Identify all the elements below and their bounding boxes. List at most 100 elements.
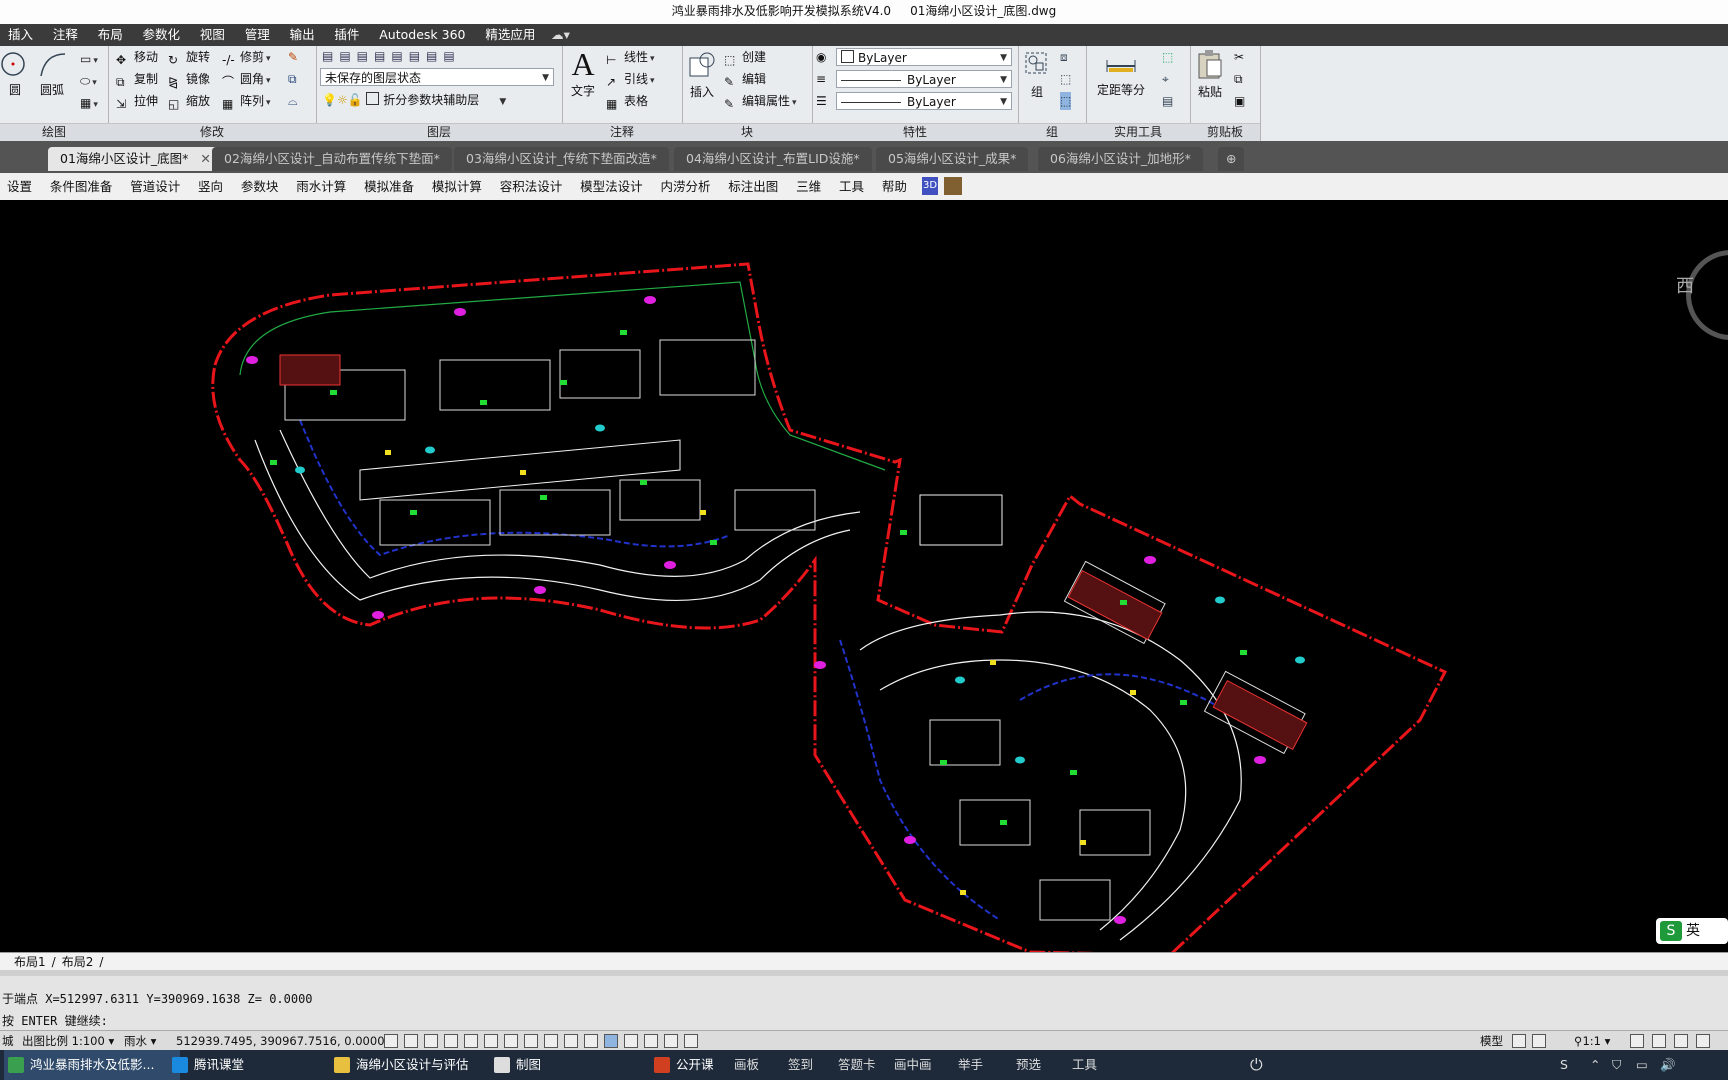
copy-button[interactable]: ⧉ 复制: [116, 70, 158, 89]
task-tencent-classroom[interactable]: 腾讯课堂: [168, 1050, 344, 1080]
measure-button[interactable]: 定距等分: [1086, 52, 1156, 98]
stretch-button[interactable]: ⇲ 拉伸: [116, 92, 158, 111]
menu-parametric[interactable]: 参数化: [135, 24, 189, 46]
trim-button[interactable]: -/- 修剪 ▾: [222, 48, 271, 68]
scale-button[interactable]: ◱ 缩放: [168, 92, 210, 111]
layer-tools-row[interactable]: ▤▤▤▤▤▤▤▤: [322, 47, 461, 65]
arc-button[interactable]: 圆弧: [34, 50, 70, 98]
polar-icon[interactable]: [464, 1034, 478, 1048]
ducs-icon[interactable]: [544, 1034, 558, 1048]
erase-button[interactable]: ✎: [288, 48, 298, 66]
paste-button[interactable]: 粘贴: [1192, 48, 1228, 100]
app-menu-vertical[interactable]: 竖向: [191, 173, 230, 200]
discipline-select[interactable]: 雨水 ▾: [124, 1033, 156, 1049]
network-icon[interactable]: ▭: [1636, 1050, 1648, 1080]
draw-panel-label[interactable]: 绘图: [0, 123, 108, 141]
fillet-button[interactable]: ⌒ 圆角 ▾: [222, 70, 271, 90]
ortho-icon[interactable]: [444, 1034, 458, 1048]
rotate-button[interactable]: ↻ 旋转: [168, 48, 210, 67]
modify-panel-label[interactable]: 修改: [108, 123, 316, 141]
tab-file-03[interactable]: 03海绵小区设计_传统下垫面改造*: [454, 147, 669, 171]
lineweight-select[interactable]: ByLayer ▼: [836, 92, 1012, 110]
insert-block-button[interactable]: 插入: [684, 50, 720, 100]
sogou-tray-icon[interactable]: S: [1560, 1050, 1568, 1080]
task-open-class[interactable]: 公开课: [650, 1050, 746, 1080]
volume-icon[interactable]: 🔊: [1660, 1050, 1676, 1080]
grid-icon[interactable]: [424, 1034, 438, 1048]
menu-layout[interactable]: 布局: [90, 24, 131, 46]
group-edit-button[interactable]: ⬚: [1060, 70, 1071, 88]
snap-icon[interactable]: [404, 1034, 418, 1048]
menu-annotate[interactable]: 注释: [45, 24, 86, 46]
tab-file-04[interactable]: 04海绵小区设计_布置LID设施*: [674, 147, 872, 171]
app-menu-tools[interactable]: 工具: [832, 173, 871, 200]
app-menu-rain-calc[interactable]: 雨水计算: [289, 173, 353, 200]
menu-manage[interactable]: 管理: [237, 24, 278, 46]
app-menu-volume-design[interactable]: 容积法设计: [493, 173, 570, 200]
quick-view-icon[interactable]: [1532, 1034, 1546, 1048]
cloud-icon[interactable]: ☁▾: [547, 24, 574, 46]
close-tab-icon[interactable]: ✕: [200, 151, 210, 166]
hatch-button[interactable]: ▦ ▾: [80, 94, 98, 114]
group-button[interactable]: 组: [1020, 50, 1054, 100]
cut-button[interactable]: ✂: [1234, 48, 1244, 66]
dyn-icon[interactable]: [564, 1034, 578, 1048]
tray-signin[interactable]: 签到: [788, 1050, 813, 1080]
table-button[interactable]: ▦ 表格: [606, 92, 648, 111]
clipboard-panel-label[interactable]: 剪贴板: [1190, 123, 1260, 141]
tray-preselect[interactable]: 预选: [1016, 1050, 1041, 1080]
sc-icon[interactable]: [644, 1034, 658, 1048]
tray-whiteboard[interactable]: 画板: [734, 1050, 759, 1080]
annotation-scale-select[interactable]: ⚲1:1 ▾: [1574, 1033, 1610, 1049]
groups-panel-label[interactable]: 组: [1018, 123, 1086, 141]
menu-view[interactable]: 视图: [192, 24, 233, 46]
lock-icon[interactable]: [1696, 1034, 1710, 1048]
tab-file-01[interactable]: 01海绵小区设计_底图* ✕: [48, 147, 223, 171]
3d-osnap-icon[interactable]: [504, 1034, 518, 1048]
menu-plugins[interactable]: 插件: [326, 24, 367, 46]
qp-icon[interactable]: [624, 1034, 638, 1048]
tray-pip[interactable]: 画中画: [894, 1050, 932, 1080]
quick-select-button[interactable]: ⬚: [1162, 48, 1173, 66]
calculator-button[interactable]: ▤: [1162, 92, 1173, 110]
app-menu-param-block[interactable]: 参数块: [234, 173, 286, 200]
drawing-canvas[interactable]: 西: [0, 200, 1728, 952]
ime-indicator[interactable]: S英: [1656, 918, 1728, 944]
task-drawing[interactable]: 制图: [490, 1050, 656, 1080]
utilities-panel-label[interactable]: 实用工具: [1086, 123, 1190, 141]
array-button[interactable]: ▦ 阵列 ▾: [222, 92, 271, 112]
3d-view-icon[interactable]: 3D: [922, 177, 938, 195]
app-menu-help[interactable]: 帮助: [875, 173, 914, 200]
app-menu-settings[interactable]: 设置: [0, 173, 39, 200]
task-folder[interactable]: 海绵小区设计与评估: [330, 1050, 506, 1080]
menu-autodesk360[interactable]: Autodesk 360: [371, 24, 473, 46]
leader-button[interactable]: ↗ 引线 ▾: [606, 70, 655, 90]
show-hidden-icons[interactable]: ⌃: [1590, 1050, 1600, 1080]
linear-dim-button[interactable]: ⊢ 线性 ▾: [606, 48, 655, 68]
edit-attributes-button[interactable]: ✎ 编辑属性 ▾: [724, 92, 797, 112]
explode-button[interactable]: ⧉: [288, 70, 297, 88]
block-panel-label[interactable]: 块: [682, 123, 812, 141]
app-menu-model-design[interactable]: 模型法设计: [573, 173, 650, 200]
app-menu-condition-prep[interactable]: 条件图准备: [43, 173, 120, 200]
menu-featured-apps[interactable]: 精选应用: [477, 24, 543, 46]
infer-constraints-icon[interactable]: [384, 1034, 398, 1048]
linetype-select[interactable]: ByLayer ▼: [836, 70, 1012, 88]
move-button[interactable]: ✥ 移动: [116, 48, 158, 67]
app-menu-dim-output[interactable]: 标注出图: [721, 173, 785, 200]
task-hongye[interactable]: 鸿业暴雨排水及低影...: [4, 1050, 180, 1080]
app-menu-pipe-design[interactable]: 管道设计: [123, 173, 187, 200]
create-block-button[interactable]: ⬚ 创建: [724, 48, 766, 67]
tab-file-05[interactable]: 05海绵小区设计_成果*: [876, 147, 1029, 171]
edit-block-button[interactable]: ✎ 编辑: [724, 70, 766, 89]
annotation-panel-label[interactable]: 注释: [562, 123, 682, 141]
app-menu-sim-prep[interactable]: 模拟准备: [357, 173, 421, 200]
plot-scale-select[interactable]: 出图比例 1:100 ▾: [22, 1033, 114, 1049]
otrack-icon[interactable]: [524, 1034, 538, 1048]
tab-file-06[interactable]: 06海绵小区设计_加地形*: [1038, 147, 1203, 171]
properties-panel-label[interactable]: 特性: [812, 123, 1018, 141]
app-menu-3d[interactable]: 三维: [789, 173, 828, 200]
settings-gear-icon[interactable]: [1674, 1034, 1688, 1048]
menu-insert[interactable]: 插入: [0, 24, 41, 46]
tray-answer-card[interactable]: 答题卡: [838, 1050, 876, 1080]
